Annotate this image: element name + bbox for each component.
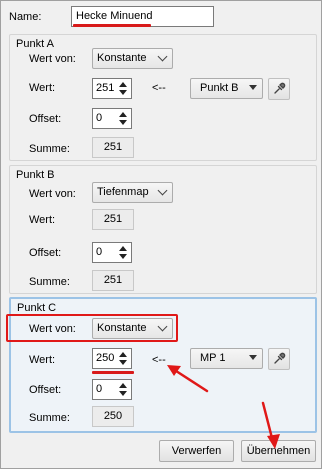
arrowhead-wert (167, 365, 181, 376)
annotation-arrow-wert (171, 367, 209, 393)
annotation-arrows (167, 365, 280, 449)
dialog-panel: Name: Hecke Minuend Punkt A Wert von: Ko… (0, 0, 322, 469)
arrowhead-apply (267, 434, 280, 449)
